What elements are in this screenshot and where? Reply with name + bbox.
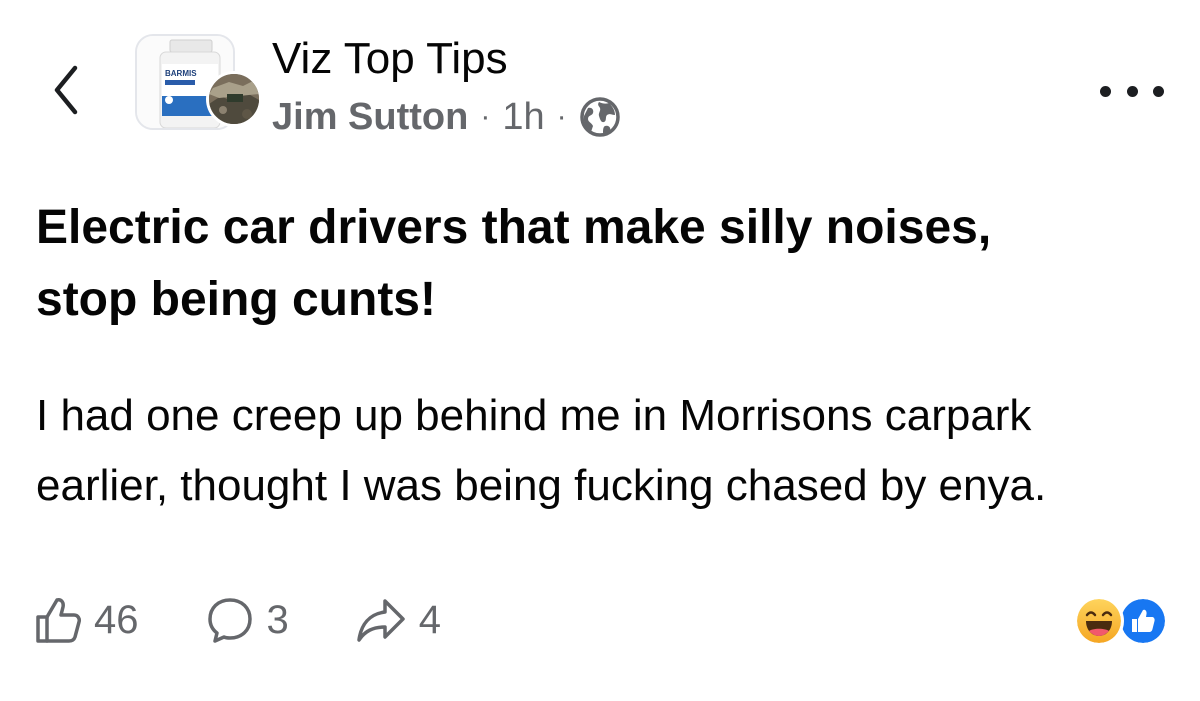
meta-separator: · [556,100,567,133]
post-actions: 46 3 4 [34,590,441,650]
author-avatar-image [209,74,259,124]
author-avatar[interactable] [206,71,262,127]
ellipsis-icon-dot [1126,85,1138,97]
reactions-summary[interactable] [1074,596,1174,648]
haha-reaction-icon [1074,596,1124,646]
thumbs-up-outline-icon [36,598,81,643]
author-name[interactable]: Jim Sutton [272,96,468,139]
comment-button[interactable]: 3 [205,595,289,645]
speech-bubble-icon [207,598,252,643]
comment-count: 3 [266,597,289,642]
globe-icon [579,96,621,138]
group-name[interactable]: Viz Top Tips [272,33,508,85]
ellipsis-icon-dot [1100,85,1111,97]
ellipsis-icon-dot [1153,85,1164,97]
share-button[interactable]: 4 [355,595,441,645]
share-count: 4 [418,597,441,642]
post-meta: Jim Sutton · 1h · [272,92,621,142]
post-title: Electric car drivers that make silly noi… [36,201,992,326]
share-arrow-icon [357,599,405,642]
svg-text:BARMIS: BARMIS [165,69,197,78]
back-button[interactable] [42,58,90,122]
more-options-button[interactable] [1100,76,1164,106]
like-reaction-icon [1118,596,1168,646]
like-button[interactable]: 46 [34,595,139,645]
post-time[interactable]: 1h [502,96,544,139]
post-body: I had one creep up behind me in Morrison… [36,391,1047,510]
like-count: 46 [94,597,139,642]
meta-separator: · [480,100,491,133]
chevron-left-icon [54,65,78,115]
